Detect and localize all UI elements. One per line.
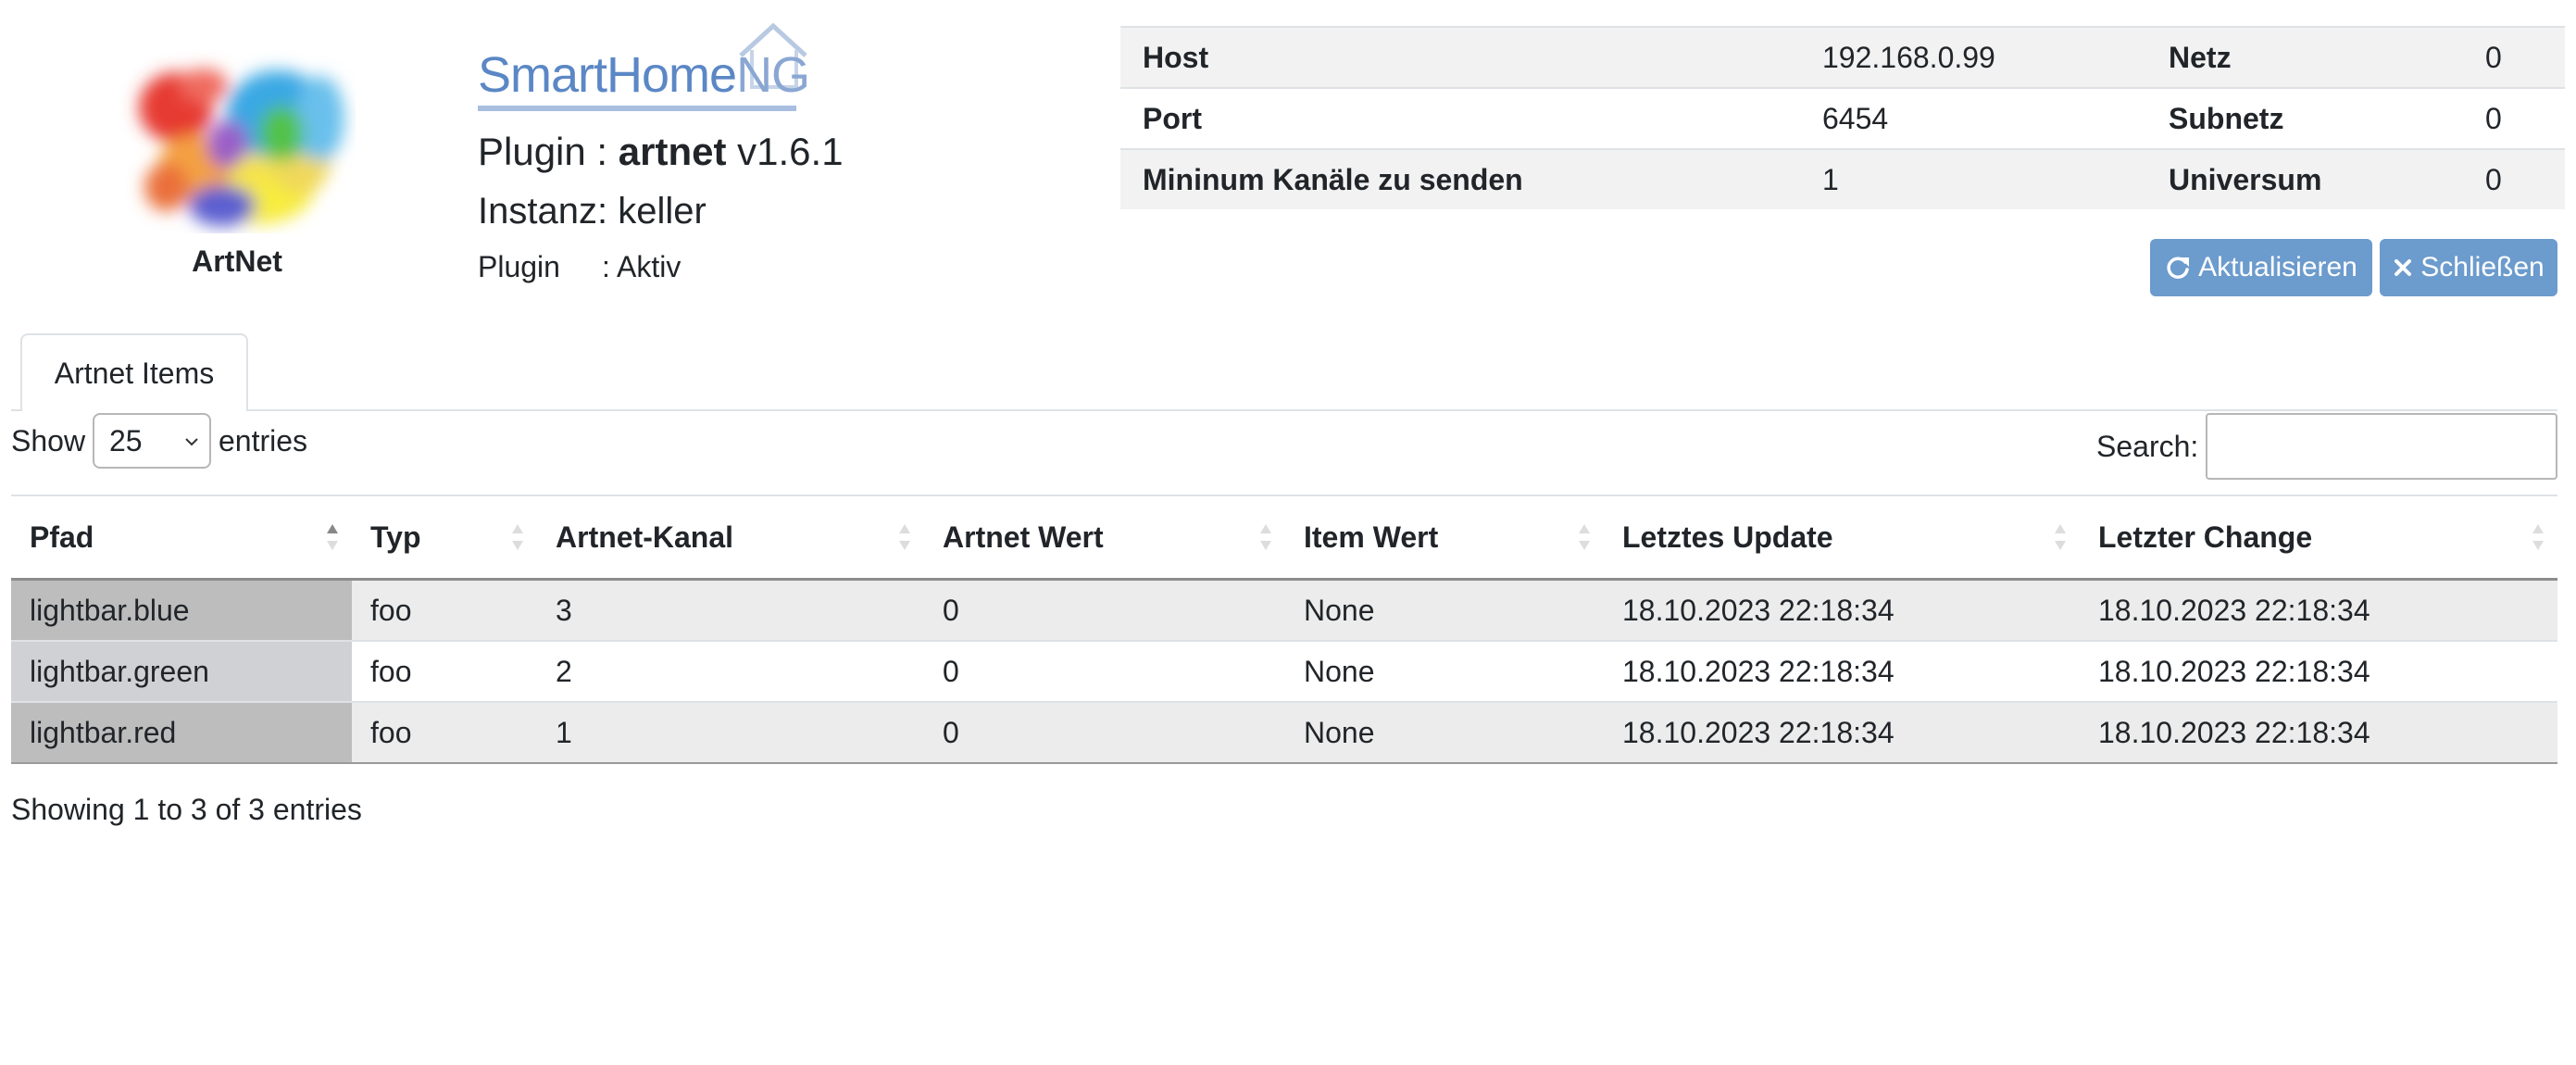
table-row[interactable]: lightbar.blue foo 3 0 None 18.10.2023 22… xyxy=(11,578,2557,641)
cell-artnet-wert: 0 xyxy=(924,578,1285,641)
tab-artnet-items[interactable]: Artnet Items xyxy=(20,333,248,411)
cell-item-wert: None xyxy=(1285,578,1604,641)
cell-letztes-update: 18.10.2023 22:18:34 xyxy=(1604,640,2080,702)
info-value: 1 xyxy=(1800,148,2146,209)
cell-item-wert: None xyxy=(1285,640,1604,702)
column-header-pfad[interactable]: Pfad xyxy=(11,495,352,581)
column-header-artnet-kanal[interactable]: Artnet-Kanal xyxy=(537,495,924,581)
info-value: 0 xyxy=(2463,148,2565,209)
cell-letzter-change: 18.10.2023 22:18:34 xyxy=(2080,578,2557,641)
info-value: 6454 xyxy=(1800,87,2146,149)
plugin-version: v1.6.1 xyxy=(737,130,844,173)
instance-name: Instanz: keller xyxy=(478,191,707,232)
cell-letztes-update: 18.10.2023 22:18:34 xyxy=(1604,578,2080,641)
column-header-letztes-update[interactable]: Letztes Update xyxy=(1604,495,2080,581)
sort-icon xyxy=(1579,524,1590,550)
table-info: Showing 1 to 3 of 3 entries xyxy=(11,793,362,826)
info-key: Universum xyxy=(2146,148,2463,209)
cell-artnet-wert: 0 xyxy=(924,640,1285,702)
info-value: 0 xyxy=(2463,87,2565,149)
column-header-typ[interactable]: Typ xyxy=(352,495,537,581)
column-label: Item Wert xyxy=(1304,520,1439,554)
table-header-row: Pfad Typ Artnet-Kanal Artnet Wert Item W… xyxy=(11,495,2557,581)
info-value: 0 xyxy=(2463,26,2565,88)
column-header-letzter-change[interactable]: Letzter Change xyxy=(2080,495,2557,581)
logo-caption: ArtNet xyxy=(192,244,282,278)
cell-letzter-change: 18.10.2023 22:18:34 xyxy=(2080,640,2557,702)
artnet-logo xyxy=(119,48,356,233)
column-label: Artnet-Kanal xyxy=(556,520,734,554)
search-label: Search: xyxy=(2096,430,2199,463)
table-row[interactable]: lightbar.green foo 2 0 None 18.10.2023 2… xyxy=(11,640,2557,702)
entries-length-select[interactable]: 25 xyxy=(93,413,211,469)
info-key: Host xyxy=(1120,26,1800,88)
sort-icon xyxy=(2532,524,2544,550)
sort-icon xyxy=(512,524,523,550)
cell-typ: foo xyxy=(352,701,537,764)
plugin-info-table: Host 192.168.0.99 Netz 0 Port 6454 Subne… xyxy=(1120,26,2565,209)
cell-typ: foo xyxy=(352,578,537,641)
table-row[interactable]: lightbar.red foo 1 0 None 18.10.2023 22:… xyxy=(11,701,2557,764)
cell-pfad: lightbar.blue xyxy=(11,578,352,641)
info-key: Subnetz xyxy=(2146,87,2463,149)
smarthomeng-logo: SmartHomeNG xyxy=(474,22,810,111)
cell-letztes-update: 18.10.2023 22:18:34 xyxy=(1604,701,2080,764)
plugin-prefix: Plugin : xyxy=(478,130,608,173)
cell-artnet-kanal: 1 xyxy=(537,701,924,764)
close-icon xyxy=(2395,259,2412,276)
brand-suffix: NG xyxy=(736,47,810,103)
info-value: 192.168.0.99 xyxy=(1800,26,2146,88)
sort-ascending-icon xyxy=(327,524,338,550)
column-label: Artnet Wert xyxy=(943,520,1104,554)
cell-artnet-kanal: 3 xyxy=(537,578,924,641)
column-header-artnet-wert[interactable]: Artnet Wert xyxy=(924,495,1285,581)
column-label: Letztes Update xyxy=(1622,520,1833,554)
length-value: 25 xyxy=(109,423,143,457)
cell-artnet-wert: 0 xyxy=(924,701,1285,764)
sort-icon xyxy=(899,524,910,550)
chevron-down-icon xyxy=(185,438,198,446)
plugin-name: artnet xyxy=(618,130,727,173)
brand-underline xyxy=(478,106,796,111)
info-key: Mininum Kanäle zu senden xyxy=(1120,148,1800,209)
cell-pfad: lightbar.red xyxy=(11,701,352,764)
sort-icon xyxy=(2055,524,2066,550)
info-row: Host 192.168.0.99 Netz 0 xyxy=(1120,26,2565,88)
cell-artnet-kanal: 2 xyxy=(537,640,924,702)
artnet-items-table: Pfad Typ Artnet-Kanal Artnet Wert Item W… xyxy=(11,495,2557,764)
plugin-status: Plugin : Aktiv xyxy=(478,250,681,284)
tab-bar-border xyxy=(11,409,2557,411)
refresh-button[interactable]: Aktualisieren xyxy=(2150,239,2372,296)
show-label: Show xyxy=(11,424,86,457)
info-row: Port 6454 Subnetz 0 xyxy=(1120,87,2565,149)
refresh-label: Aktualisieren xyxy=(2198,252,2357,282)
info-key: Netz xyxy=(2146,26,2463,88)
close-button[interactable]: Schließen xyxy=(2380,239,2557,296)
status-value: : Aktiv xyxy=(602,250,682,283)
cell-letzter-change: 18.10.2023 22:18:34 xyxy=(2080,701,2557,764)
cell-item-wert: None xyxy=(1285,701,1604,764)
status-label: Plugin xyxy=(478,250,560,283)
cell-pfad: lightbar.green xyxy=(11,640,352,702)
plugin-title: Plugin : artnet v1.6.1 xyxy=(478,130,844,174)
info-key: Port xyxy=(1120,87,1800,149)
info-row: Mininum Kanäle zu senden 1 Universum 0 xyxy=(1120,148,2565,209)
close-label: Schließen xyxy=(2420,252,2545,282)
column-label: Typ xyxy=(370,520,421,554)
sort-icon xyxy=(1260,524,1271,550)
column-label: Pfad xyxy=(30,520,94,554)
refresh-icon xyxy=(2167,257,2190,279)
brand-main: SmartHome xyxy=(478,47,737,103)
cell-typ: foo xyxy=(352,640,537,702)
search-input[interactable] xyxy=(2206,413,2557,480)
entries-label: entries xyxy=(219,424,308,457)
column-label: Letzter Change xyxy=(2098,520,2313,554)
column-header-item-wert[interactable]: Item Wert xyxy=(1285,495,1604,581)
